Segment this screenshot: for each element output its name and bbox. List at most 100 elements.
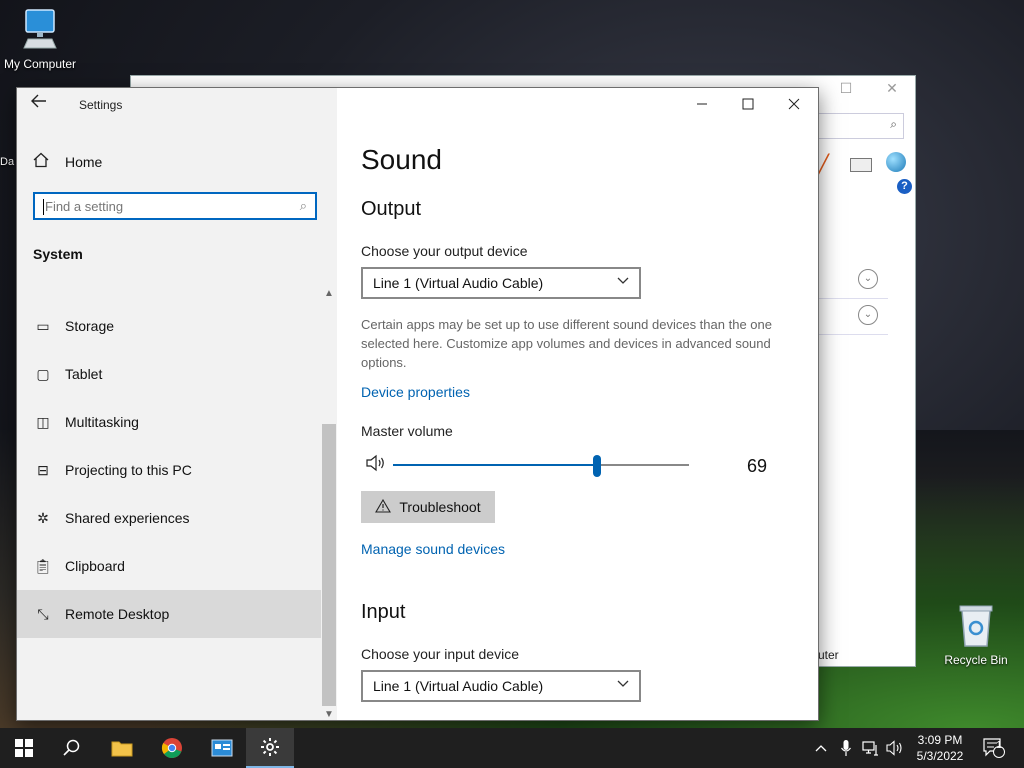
- app-window-icon: [211, 739, 233, 757]
- card-icon[interactable]: [849, 158, 872, 172]
- sidebar-item-projecting[interactable]: ⊟ Projecting to this PC: [17, 446, 321, 494]
- scrollbar-thumb[interactable]: [322, 424, 336, 706]
- close-icon[interactable]: ✕: [877, 80, 907, 97]
- help-icon[interactable]: ?: [897, 179, 912, 194]
- sidebar-item-label: Tablet: [65, 366, 103, 382]
- settings-window[interactable]: Settings Home Find a setting ⌕ System ▭ …: [16, 87, 819, 721]
- background-row[interactable]: ⌄: [818, 262, 888, 299]
- scroll-up-icon[interactable]: ▲: [324, 288, 334, 299]
- clock-time: 3:09 PM: [917, 733, 963, 747]
- background-toolbar: ╱: [817, 152, 906, 178]
- output-device-value: Line 1 (Virtual Audio Cable): [373, 275, 544, 291]
- network-icon[interactable]: [862, 728, 880, 768]
- sidebar-item-label: Clipboard: [65, 558, 125, 574]
- sidebar-item-label: Shared experiences: [65, 510, 190, 526]
- section-heading-system: System: [33, 246, 83, 262]
- sidebar-item-label: Remote Desktop: [65, 606, 170, 622]
- settings-content: Sound Output Choose your output device L…: [337, 88, 818, 720]
- remote-desktop-icon: ⤡: [37, 605, 49, 622]
- nav-home-label: Home: [65, 154, 103, 170]
- folder-icon: [111, 741, 133, 757]
- clock-date: 5/3/2022: [916, 749, 964, 763]
- chevron-up-icon: [815, 745, 827, 752]
- tablet-icon: ▢: [36, 365, 50, 382]
- output-device-dropdown[interactable]: Line 1 (Virtual Audio Cable): [361, 267, 641, 299]
- master-volume-label: Master volume: [361, 423, 453, 439]
- sidebar-item-tablet[interactable]: ▢ Tablet: [17, 350, 321, 398]
- projecting-icon: ⊟: [37, 461, 49, 478]
- sidebar-scrollbar[interactable]: ▲ ▼: [321, 288, 337, 720]
- desktop-icon-label: My Computer: [3, 57, 77, 71]
- storage-icon: ▭: [36, 317, 50, 334]
- minimize-button[interactable]: [679, 92, 725, 118]
- start-button[interactable]: [0, 728, 48, 768]
- maximize-button[interactable]: [725, 92, 771, 118]
- nav-home[interactable]: Home: [33, 146, 102, 178]
- chevron-down-icon: [617, 274, 629, 288]
- taskbar-clock[interactable]: 3:09 PM 5/3/2022: [900, 732, 980, 764]
- volume-slider-track[interactable]: [393, 464, 689, 466]
- sidebar-item-remote-desktop[interactable]: ⤡ Remote Desktop: [17, 590, 321, 638]
- sidebar-item-shared-experiences[interactable]: ✲ Shared experiences: [17, 494, 321, 542]
- close-button[interactable]: [771, 92, 817, 118]
- notification-count: 1: [996, 740, 1002, 751]
- maximize-icon[interactable]: ☐: [831, 80, 861, 97]
- computer-icon: [23, 9, 57, 49]
- background-search-box[interactable]: ⌕: [818, 113, 904, 139]
- gear-icon: [261, 738, 279, 756]
- app-window-button[interactable]: [198, 728, 246, 768]
- settings-sidebar: Settings Home Find a setting ⌕ System ▭ …: [17, 88, 337, 720]
- input-heading: Input: [361, 601, 406, 623]
- chevron-down-icon[interactable]: ⌄: [858, 305, 878, 325]
- window-title: Settings: [79, 98, 123, 112]
- sidebar-item-clipboard[interactable]: 📋︎ Clipboard: [17, 542, 321, 590]
- desktop-icon-my-computer[interactable]: My Computer: [2, 8, 78, 71]
- taskbar: 3:09 PM 5/3/2022 1: [0, 728, 1024, 768]
- close-icon: [788, 98, 800, 110]
- multitasking-icon: ◫: [36, 413, 50, 430]
- scroll-down-icon[interactable]: ▼: [324, 709, 334, 720]
- action-center-button[interactable]: 1: [982, 728, 1006, 768]
- device-properties-link[interactable]: Device properties: [361, 384, 470, 400]
- page-title: Sound: [361, 144, 442, 175]
- recycle-bin-icon: [959, 605, 993, 647]
- input-device-label: Choose your input device: [361, 646, 519, 662]
- back-arrow-icon[interactable]: [31, 94, 57, 116]
- file-explorer-button[interactable]: [98, 728, 146, 768]
- minimize-icon: [697, 103, 707, 105]
- master-volume-row: 69: [361, 452, 781, 480]
- output-heading: Output: [361, 198, 422, 220]
- globe-icon[interactable]: [885, 152, 906, 172]
- chrome-button[interactable]: [148, 728, 196, 768]
- search-button[interactable]: [48, 728, 96, 768]
- background-row[interactable]: ⌄: [818, 298, 888, 335]
- sidebar-item-label: Storage: [65, 318, 115, 334]
- troubleshoot-label: Troubleshoot: [399, 499, 481, 515]
- settings-taskbar-button[interactable]: [246, 728, 294, 768]
- shared-experiences-icon: ✲: [37, 509, 49, 526]
- output-description: Certain apps may be set up to use differ…: [361, 317, 772, 370]
- input-device-value: Line 1 (Virtual Audio Cable): [373, 678, 544, 694]
- sidebar-item-label: Multitasking: [65, 414, 139, 430]
- microphone-icon[interactable]: [840, 728, 852, 768]
- input-device-dropdown[interactable]: Line 1 (Virtual Audio Cable): [361, 670, 641, 702]
- text-caret: [43, 199, 44, 215]
- speaker-icon[interactable]: [365, 454, 387, 477]
- desktop-icon-recycle-bin[interactable]: Recycle Bin: [940, 602, 1012, 667]
- chevron-down-icon: [617, 677, 629, 691]
- show-hidden-icons[interactable]: [815, 728, 827, 768]
- search-icon: [63, 739, 80, 756]
- troubleshoot-button[interactable]: Troubleshoot: [361, 491, 495, 523]
- settings-search-input[interactable]: Find a setting ⌕: [33, 192, 317, 220]
- volume-slider-fill: [393, 464, 597, 466]
- sidebar-item-storage[interactable]: ▭ Storage: [17, 302, 321, 350]
- clipboard-icon: 📋︎: [34, 557, 52, 574]
- desktop-icon-label: Recycle Bin: [944, 653, 1008, 667]
- search-placeholder: Find a setting: [45, 199, 124, 214]
- manage-sound-devices-link[interactable]: Manage sound devices: [361, 541, 505, 557]
- maximize-icon: [742, 98, 754, 110]
- volume-slider-thumb[interactable]: [593, 455, 601, 477]
- sidebar-item-multitasking[interactable]: ◫ Multitasking: [17, 398, 321, 446]
- search-icon[interactable]: ⌕: [300, 198, 307, 214]
- chevron-down-icon[interactable]: ⌄: [858, 269, 878, 289]
